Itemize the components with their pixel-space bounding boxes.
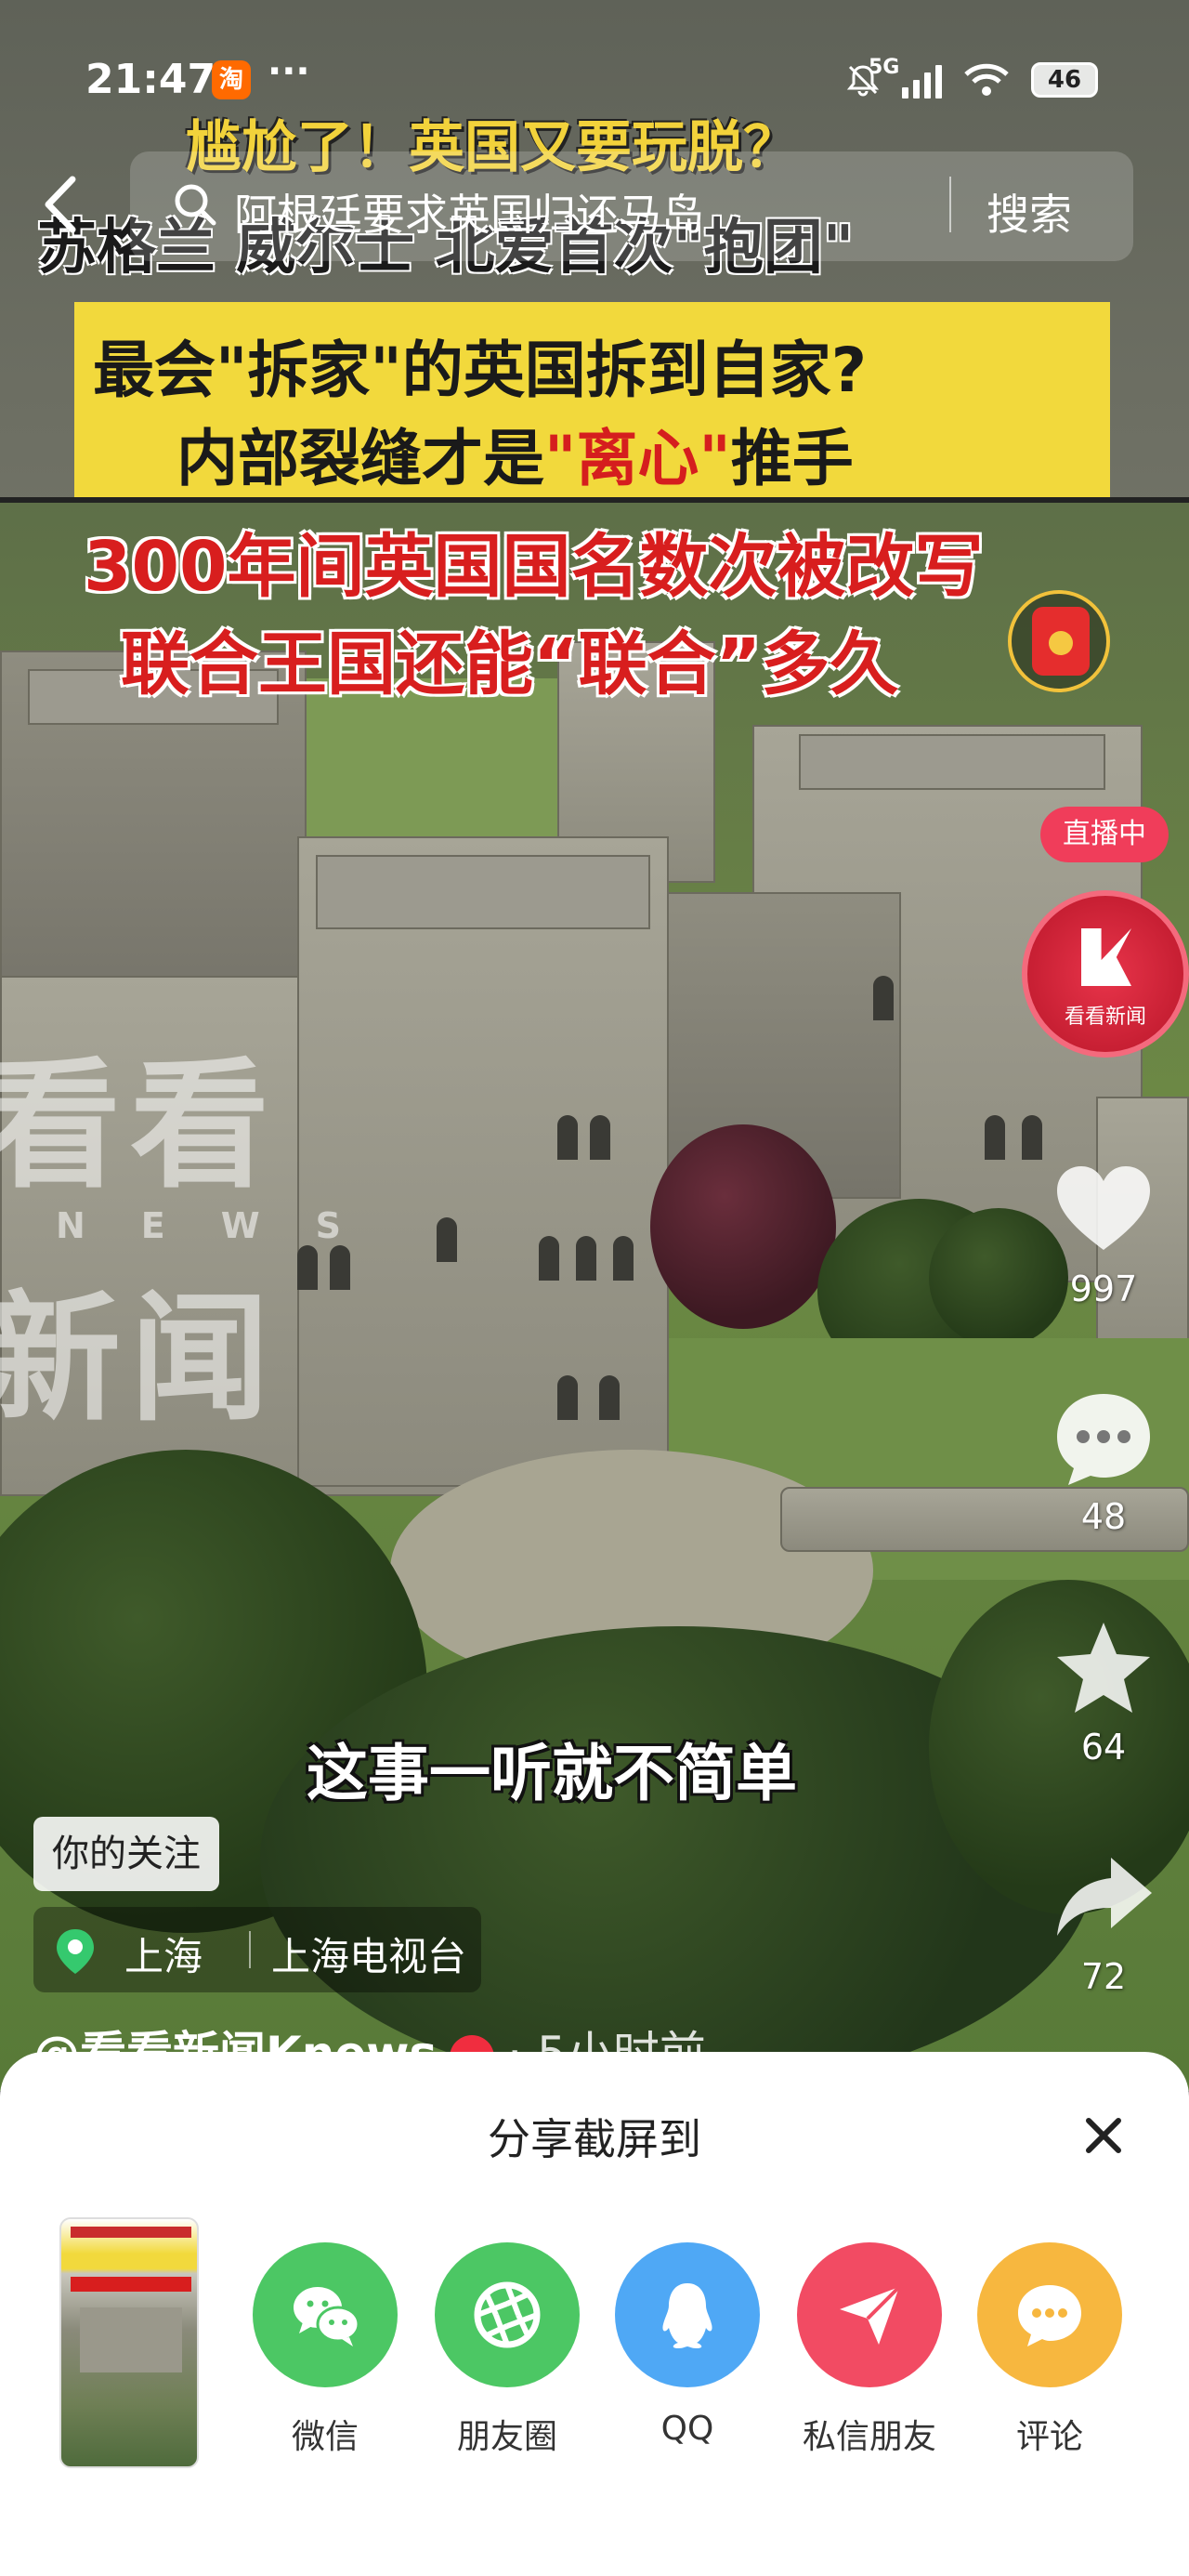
like-count: 997 xyxy=(1069,1268,1138,1309)
thumbnail-castle xyxy=(80,2307,182,2372)
private-message-button[interactable] xyxy=(797,2242,942,2387)
caption-divider xyxy=(0,497,1189,503)
qq-button[interactable] xyxy=(615,2242,760,2387)
close-icon[interactable] xyxy=(1076,2108,1131,2163)
send-icon xyxy=(840,2285,901,2345)
heart-icon xyxy=(1057,1166,1150,1250)
location-tag[interactable]: 上海 上海电视台 xyxy=(33,1907,481,1992)
share-to-qq[interactable]: QQ xyxy=(613,2242,762,2448)
caption-line-3: 最会"拆家"的英国拆到自家? xyxy=(93,335,868,406)
share-sheet-title: 分享截屏到 xyxy=(488,2114,701,2164)
window xyxy=(599,1375,620,1420)
network-type: 5G xyxy=(869,56,900,79)
moments-button[interactable] xyxy=(435,2242,580,2387)
window xyxy=(557,1115,578,1160)
location-pin-icon xyxy=(57,1929,94,1974)
share-to-wechat[interactable]: 微信 xyxy=(251,2242,399,2458)
comment-count: 48 xyxy=(1080,1496,1127,1537)
window xyxy=(985,1115,1005,1160)
chat-bubble-icon xyxy=(1018,2285,1081,2346)
share-count: 72 xyxy=(1080,1956,1127,1997)
search-divider xyxy=(949,177,951,232)
watermark-middle: NEWS xyxy=(56,1205,398,1246)
following-tag: 你的关注 xyxy=(33,1817,219,1891)
keep-roof xyxy=(316,855,650,929)
live-avatar[interactable]: 看看新闻 xyxy=(1022,890,1189,1058)
caption-line-5: 300年间英国国名数次被改写 xyxy=(84,527,984,607)
search-button[interactable]: 搜索 xyxy=(986,181,1072,243)
back-button[interactable] xyxy=(37,172,93,246)
red-packet-button[interactable] xyxy=(1008,590,1110,692)
share-button[interactable]: 72 xyxy=(1050,1845,1157,1997)
window xyxy=(576,1236,596,1281)
video-player[interactable]: 看看 NEWS 新闻 尴尬了！英国又要玩脱？ 苏格兰 威尔士 北爱首次"抱团" … xyxy=(0,0,1189,2091)
comment-share-button[interactable] xyxy=(977,2242,1122,2387)
location-place: 上海电视台 xyxy=(271,1934,467,1979)
favorite-button[interactable]: 64 xyxy=(1050,1615,1157,1768)
wechat-icon xyxy=(294,2287,360,2346)
comment-button[interactable]: 48 xyxy=(1050,1385,1157,1537)
caption-line-4c: 推手 xyxy=(730,423,854,494)
share-to-moments[interactable]: 朋友圈 xyxy=(433,2242,581,2458)
back-icon xyxy=(45,176,76,233)
share-label-qq: QQ xyxy=(660,2410,714,2448)
window xyxy=(539,1236,559,1281)
location-city: 上海 xyxy=(124,1934,203,1979)
share-sheet: 分享截屏到 微信 朋友圈 QQ 私信朋友 评论 xyxy=(0,2052,1189,2576)
share-to-comment[interactable]: 评论 xyxy=(975,2242,1124,2458)
search-query[interactable]: 阿根廷要求英国归还马岛 xyxy=(234,181,704,243)
location-divider xyxy=(249,1931,251,1968)
window xyxy=(1022,1115,1042,1160)
caption-line-4a: 内部裂缝才是 xyxy=(176,423,544,494)
taobao-notification-icon: 淘 xyxy=(212,60,251,99)
share-arrow-icon xyxy=(1057,1858,1152,1936)
window xyxy=(613,1236,634,1281)
caption-line-4b: "离心" xyxy=(544,423,731,494)
live-badge[interactable]: 直播中 xyxy=(1040,807,1169,862)
star-icon xyxy=(1057,1623,1150,1713)
share-to-private-message[interactable]: 私信朋友 xyxy=(795,2242,944,2458)
qq-icon xyxy=(662,2283,712,2348)
thumbnail-caption xyxy=(71,2227,191,2238)
kankan-logo-icon xyxy=(1081,928,1131,986)
live-channel-name: 看看新闻 xyxy=(1064,1005,1146,1029)
news-watermark: 看看 NEWS 新闻 xyxy=(0,1013,397,1448)
search-icon xyxy=(175,184,216,226)
tree xyxy=(929,1208,1068,1347)
tree xyxy=(650,1124,836,1329)
share-label-wechat: 微信 xyxy=(291,2418,359,2456)
caption-line-4: 内部裂缝才是"离心"推手 xyxy=(176,409,854,498)
wifi-icon xyxy=(964,63,1009,96)
watermark-top: 看看 xyxy=(0,1045,280,1207)
thumbnail-caption xyxy=(71,2277,191,2292)
share-label-moments: 朋友圈 xyxy=(456,2418,557,2456)
watermark-bottom: 新闻 xyxy=(0,1279,280,1440)
window xyxy=(590,1115,610,1160)
window xyxy=(437,1217,457,1262)
share-label-comment: 评论 xyxy=(1015,2418,1083,2456)
screenshot-thumbnail[interactable] xyxy=(59,2217,199,2468)
caption-line-6: 联合王国还能“联合”多久 xyxy=(121,624,899,704)
share-label-private-message: 私信朋友 xyxy=(802,2418,936,2456)
more-notifications-icon: ··· xyxy=(268,50,310,93)
video-subtitle: 这事一听就不简单 xyxy=(307,1738,797,1809)
favorite-count: 64 xyxy=(1080,1727,1127,1768)
status-bar: 21:47 淘 ··· 5G 46 xyxy=(0,37,1189,121)
battery-icon: 46 xyxy=(1031,62,1098,98)
signal-icon: 5G xyxy=(869,56,942,99)
clock: 21:47 xyxy=(85,56,216,103)
tower-roof xyxy=(799,734,1105,790)
window xyxy=(557,1375,578,1420)
comment-icon xyxy=(1057,1394,1150,1485)
like-button[interactable]: 997 xyxy=(1050,1157,1157,1309)
status-icons: 5G 46 xyxy=(844,56,1098,102)
moments-icon xyxy=(474,2281,541,2348)
wechat-button[interactable] xyxy=(253,2242,398,2387)
red-packet-seal xyxy=(1049,631,1073,655)
window xyxy=(873,976,894,1020)
